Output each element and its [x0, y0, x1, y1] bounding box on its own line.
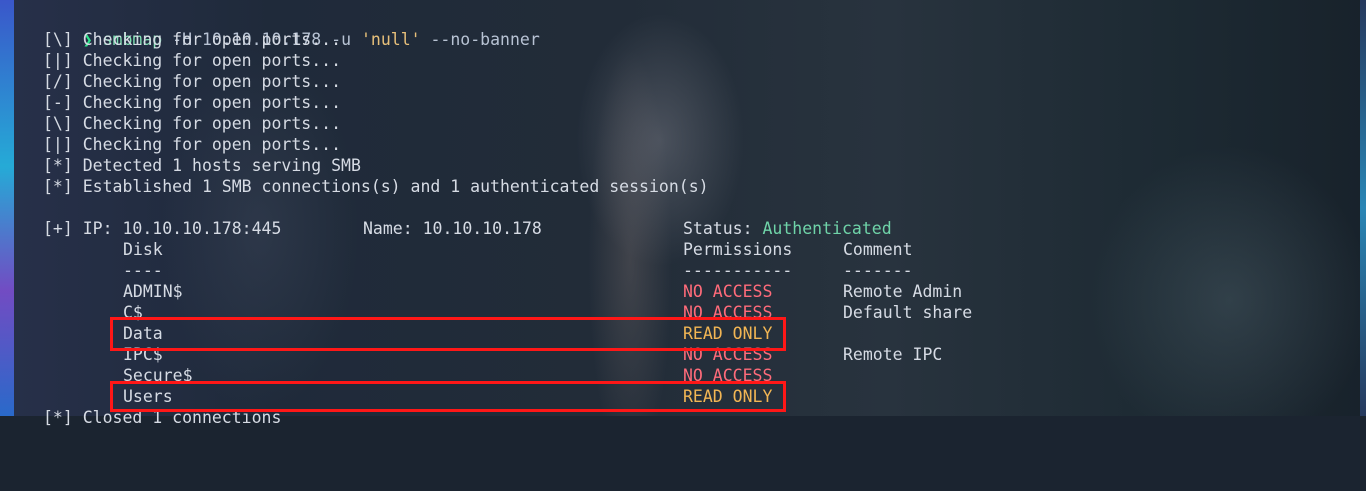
highlight-box-users [110, 381, 786, 412]
table-header-underline: ---- ----------- ------- [43, 260, 1323, 281]
command-line: ❯ smbmap -H 10.10.10.178 -u 'null' --no-… [43, 8, 540, 49]
output-line: [|] Checking for open ports... [43, 51, 342, 70]
output-line: [|] Checking for open ports... [43, 135, 342, 154]
status-label: Status: Authenticated [683, 219, 892, 238]
header-permissions: Permissions [683, 240, 793, 259]
command-flag-banner: --no-banner [430, 30, 540, 49]
highlight-box-data [110, 317, 786, 351]
table-header: Disk Permissions Comment [43, 239, 1323, 260]
share-comment: Remote Admin [843, 282, 963, 301]
underline-disk: ---- [123, 261, 163, 280]
terminal-window[interactable]: ❯ smbmap -H 10.10.10.178 -u 'null' --no-… [0, 8, 1366, 427]
output-line: [/] Checking for open ports... [43, 72, 342, 91]
header-comment: Comment [843, 240, 913, 259]
share-name: ADMIN$ [123, 282, 183, 301]
command-user-value: 'null' [360, 30, 421, 49]
underline-comment: ------- [843, 261, 913, 280]
share-permission: NO ACCESS [683, 282, 773, 301]
output-line: [\] Checking for open ports... [43, 30, 342, 49]
host-ip: [+] IP: 10.10.10.178:445 [43, 219, 282, 238]
share-comment: Default share [843, 303, 973, 322]
header-disk: Disk [123, 240, 163, 259]
host-name: Name: 10.10.10.178 [363, 219, 542, 238]
table-row: ADMIN$ NO ACCESS Remote Admin [43, 281, 1323, 302]
underline-permissions: ----------- [683, 261, 793, 280]
share-comment: Remote IPC [843, 345, 943, 364]
status-value: Authenticated [762, 219, 892, 238]
output-line: [*] Detected 1 hosts serving SMB [43, 156, 361, 175]
output-line: [-] Checking for open ports... [43, 93, 342, 112]
output-line: [*] Established 1 SMB connections(s) and… [43, 177, 709, 196]
output-line: [\] Checking for open ports... [43, 114, 342, 133]
host-info-line: [+] IP: 10.10.10.178:445 Name: 10.10.10.… [43, 218, 1323, 239]
